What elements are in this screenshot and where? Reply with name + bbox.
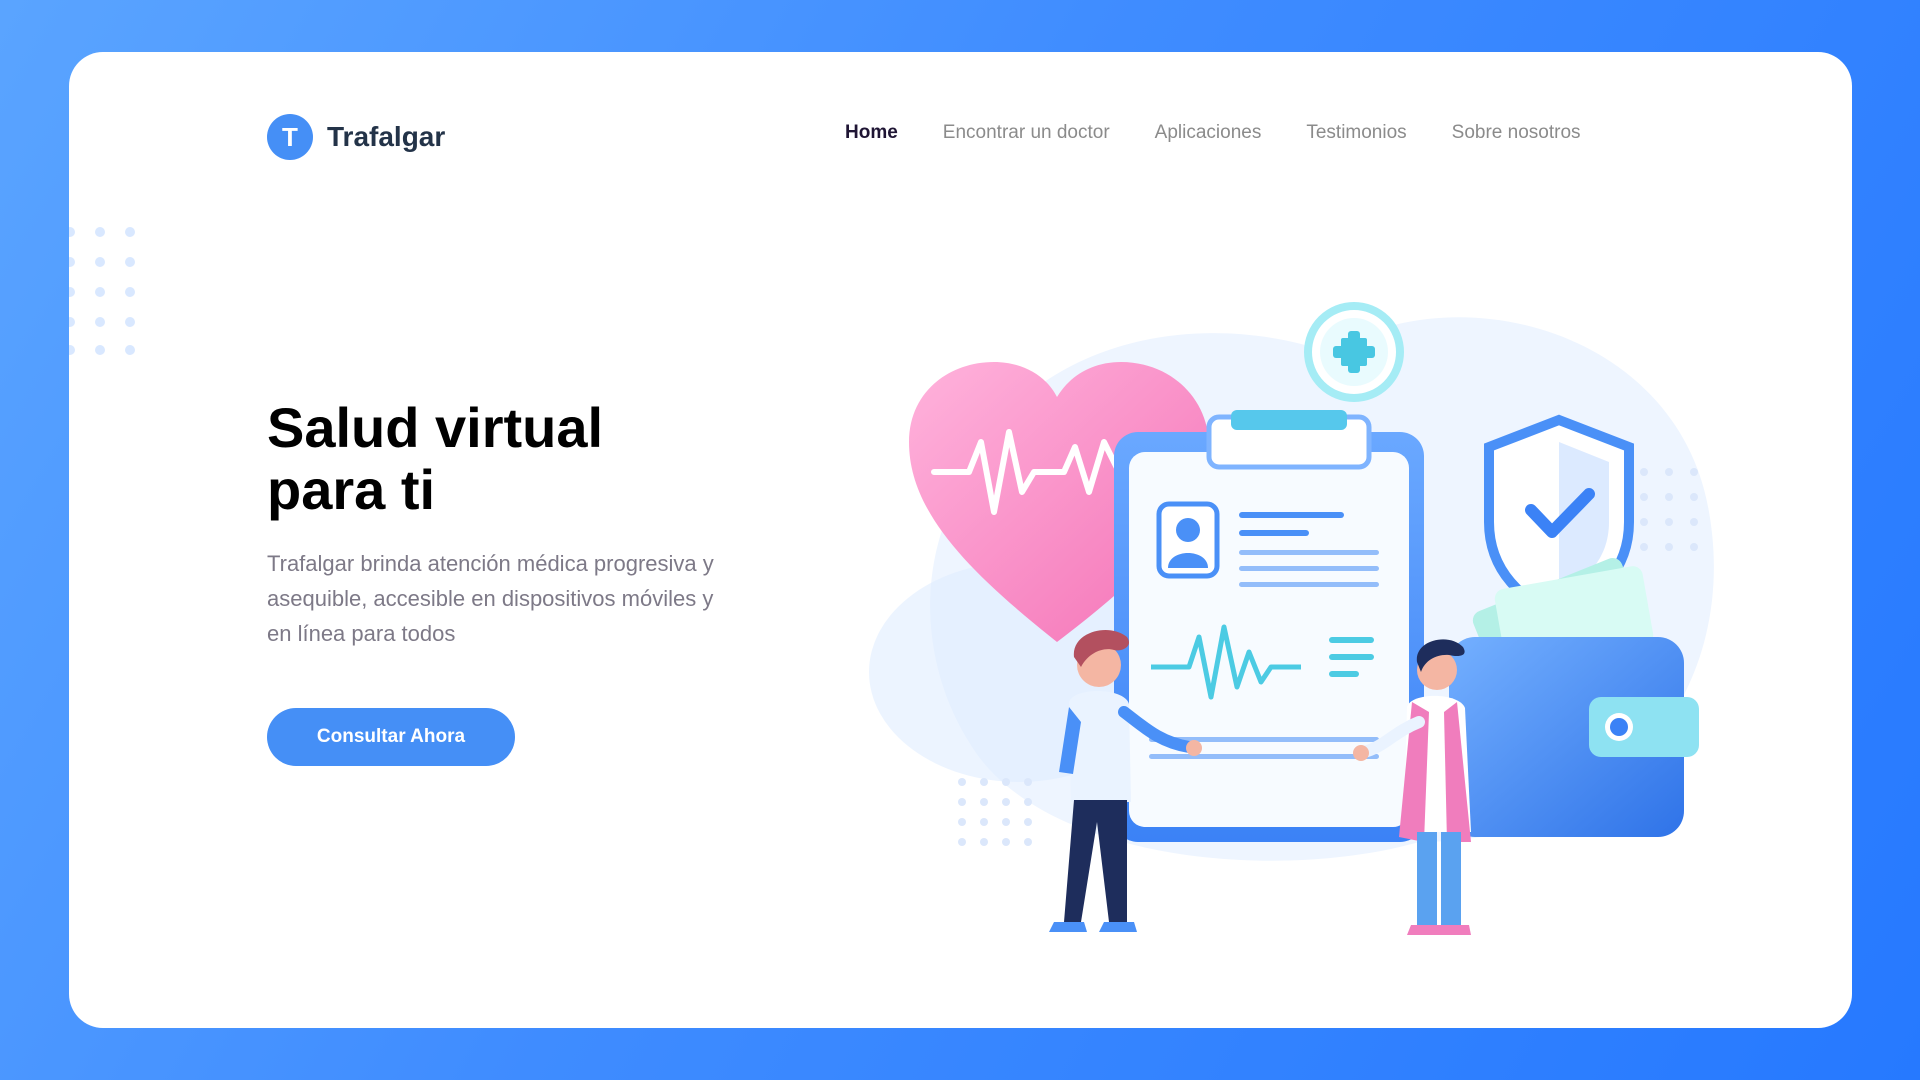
medical-cross-icon xyxy=(1304,302,1404,402)
logo[interactable]: T Trafalgar xyxy=(267,114,445,160)
main-card: T Trafalgar Home Encontrar un doctor Apl… xyxy=(69,52,1852,1028)
logo-mark-icon: T xyxy=(267,114,313,160)
header: T Trafalgar Home Encontrar un doctor Apl… xyxy=(69,52,1852,222)
nav-find-doctor[interactable]: Encontrar un doctor xyxy=(943,122,1110,144)
nav-apps[interactable]: Aplicaciones xyxy=(1155,122,1262,144)
nav-about[interactable]: Sobre nosotros xyxy=(1452,122,1581,144)
hero-title: Salud virtual para ti xyxy=(267,397,827,521)
nav-testimonials[interactable]: Testimonios xyxy=(1306,122,1406,144)
nav-home[interactable]: Home xyxy=(845,122,898,144)
hero-title-line2: para ti xyxy=(267,458,436,521)
hero-illustration xyxy=(869,302,1714,935)
hero-title-line1: Salud virtual xyxy=(267,396,604,459)
brand-name: Trafalgar xyxy=(327,121,446,152)
clipboard-icon xyxy=(1114,410,1424,842)
consult-now-button[interactable]: Consultar Ahora xyxy=(267,708,515,766)
main-nav: Home Encontrar un doctor Aplicaciones Te… xyxy=(845,122,1581,144)
decorative-dots xyxy=(69,227,155,357)
hero-description: Trafalgar brinda atención médica progres… xyxy=(267,551,714,646)
